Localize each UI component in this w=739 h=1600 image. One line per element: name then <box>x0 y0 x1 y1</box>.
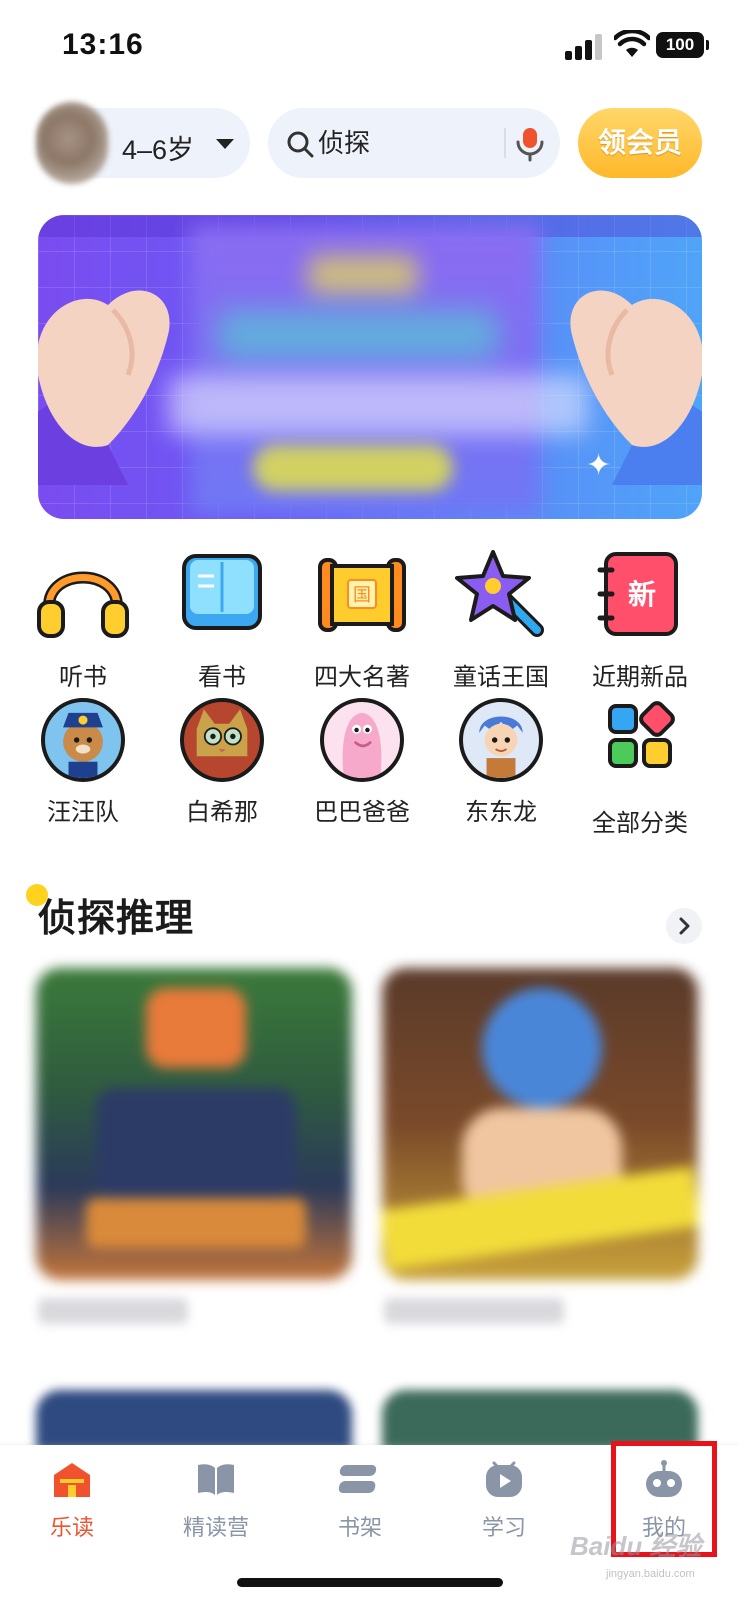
status-time: 13:16 <box>62 28 144 61</box>
tab-label: 书架 <box>337 1515 382 1540</box>
age-selector-label: 4–6岁 <box>122 135 195 165</box>
book-cover-title <box>86 1198 306 1248</box>
section-more-button[interactable] <box>666 908 702 944</box>
category-barbapapa[interactable]: 巴巴爸爸 <box>302 692 422 827</box>
category-cat[interactable]: 白希那 <box>162 692 282 827</box>
book-card[interactable] <box>36 1390 352 1450</box>
microphone-icon[interactable] <box>514 126 546 162</box>
book-caption <box>384 1298 564 1324</box>
scroll-icon: 国 <box>318 558 406 632</box>
banner-blurred-title <box>218 310 498 360</box>
section-title: 侦探推理 <box>38 898 195 940</box>
bookshelf-icon <box>338 1465 377 1493</box>
promo-banner[interactable]: ✦ <box>38 215 702 519</box>
home-icon <box>54 1463 90 1497</box>
open-book-icon <box>182 554 262 630</box>
category-label: 近期新品 <box>592 664 688 691</box>
tab-study[interactable]: 学习 <box>444 1459 564 1542</box>
book-cover-figure <box>96 1088 296 1198</box>
search-icon <box>287 131 314 158</box>
status-bar: 13:16 100 <box>0 0 739 90</box>
tab-label: 乐读 <box>49 1515 94 1540</box>
category-listen[interactable]: 听书 <box>23 546 143 692</box>
notebook-badge: 新 <box>628 578 656 611</box>
category-dongdong-dragon[interactable]: 东东龙 <box>441 692 561 827</box>
category-paw-patrol[interactable]: 汪汪队 <box>23 692 143 827</box>
search-divider <box>504 128 506 158</box>
dragon-boy-avatar-icon <box>459 698 543 782</box>
search-input[interactable] <box>318 127 498 159</box>
tab-bookshelf[interactable]: 书架 <box>300 1459 420 1542</box>
category-label: 白希那 <box>186 799 258 826</box>
magic-wand-icon <box>455 550 544 637</box>
book-cover-figure <box>482 988 602 1108</box>
category-label: 巴巴爸爸 <box>314 799 410 826</box>
category-label: 看书 <box>198 664 246 691</box>
category-new-arrivals[interactable]: 新 近期新品 <box>580 546 700 692</box>
category-read[interactable]: 看书 <box>162 546 282 692</box>
banner-blurred-headline <box>308 255 418 295</box>
tab-label: 学习 <box>481 1515 526 1540</box>
heart-hand-right-icon <box>570 290 702 485</box>
play-icon <box>486 1461 522 1497</box>
book-cover-figure <box>146 988 246 1068</box>
category-label: 听书 <box>59 664 107 691</box>
barbapapa-avatar-icon <box>320 698 404 782</box>
book-card[interactable] <box>382 968 698 1280</box>
home-indicator[interactable] <box>237 1578 503 1587</box>
watermark-logo: Baidu 经验 <box>570 1531 702 1561</box>
user-avatar[interactable] <box>36 102 108 184</box>
category-label: 童话王国 <box>453 664 549 691</box>
get-vip-button[interactable]: 领会员 <box>578 108 702 178</box>
category-fairy-tale[interactable]: 童话王国 <box>441 546 561 692</box>
watermark-url: jingyan.baidu.com <box>606 1568 695 1580</box>
search-bar[interactable] <box>268 108 560 178</box>
category-label: 四大名著 <box>314 664 410 691</box>
all-categories-grid-icon <box>608 701 675 768</box>
sparkle-icon: ✦ <box>586 449 612 482</box>
chevron-right-icon <box>679 917 690 935</box>
book-caption <box>38 1298 188 1324</box>
scroll-badge: 国 <box>353 585 371 606</box>
banner-blurred-button <box>253 445 453 491</box>
age-selector[interactable]: 4–6岁 <box>36 102 250 184</box>
caret-down-icon <box>216 139 234 149</box>
wifi-icon <box>614 30 650 57</box>
category-label: 全部分类 <box>592 810 688 837</box>
tab-intensive-reading[interactable]: 精读营 <box>156 1459 276 1542</box>
cellular-signal-icon <box>565 34 607 60</box>
category-all[interactable]: 全部分类 <box>580 692 700 838</box>
paw-patrol-avatar-icon <box>41 698 125 782</box>
headphones-icon <box>37 571 129 638</box>
book-icon <box>198 1464 234 1495</box>
category-label: 东东龙 <box>465 799 537 826</box>
heart-hand-left-icon <box>38 290 170 485</box>
tab-label: 精读营 <box>182 1515 249 1540</box>
tab-home[interactable]: 乐读 <box>12 1459 132 1542</box>
battery-indicator: 100 <box>656 32 709 58</box>
category-label: 汪汪队 <box>47 799 119 826</box>
cat-avatar-icon <box>180 698 264 782</box>
category-four-classics[interactable]: 国 四大名著 <box>302 546 422 692</box>
new-notebook-icon: 新 <box>597 552 678 636</box>
banner-blurred-subtitle <box>168 375 588 435</box>
book-card[interactable] <box>36 968 352 1280</box>
